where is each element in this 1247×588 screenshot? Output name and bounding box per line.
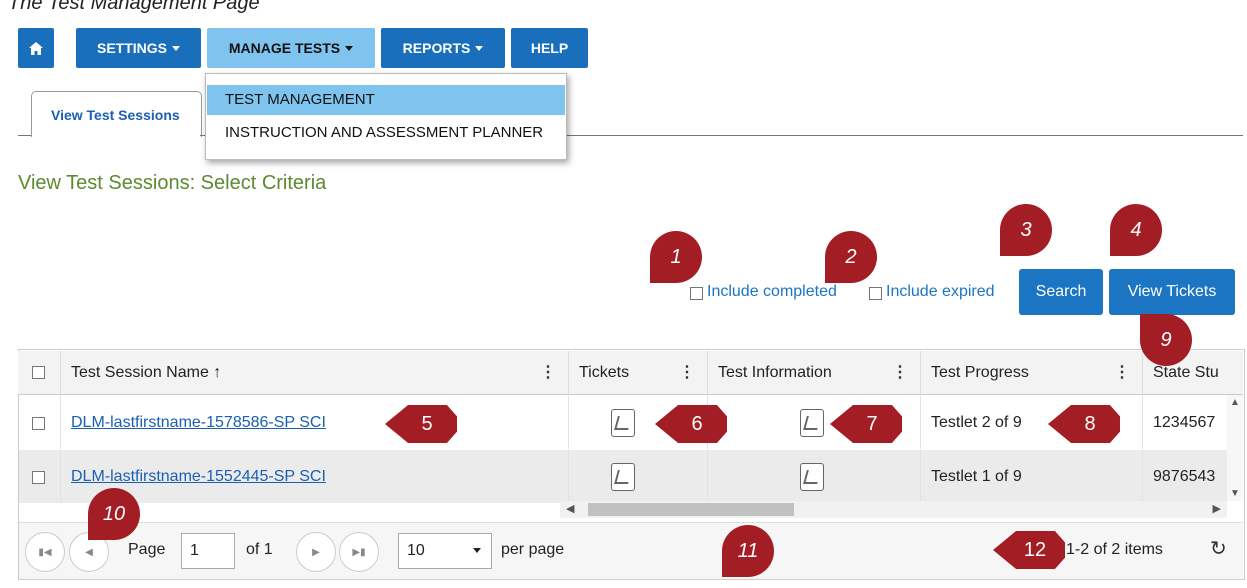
row-checkbox[interactable]: [32, 417, 45, 430]
include-completed-checkbox[interactable]: [690, 287, 703, 300]
tab-view-test-sessions[interactable]: View Test Sessions: [31, 91, 202, 137]
page-number-input[interactable]: 1: [181, 533, 235, 569]
test-information-cell: [708, 450, 921, 503]
per-page-label: per page: [501, 541, 565, 558]
callout-marker: 1: [650, 231, 702, 283]
row-select-cell: [19, 396, 61, 449]
page-label: Page: [128, 541, 166, 558]
session-name-cell: DLM-lastfirstname-1578586-SP SCI: [61, 396, 569, 449]
session-name-cell: DLM-lastfirstname-1552445-SP SCI: [61, 450, 569, 503]
select-all-checkbox[interactable]: [32, 366, 45, 379]
callout-marker: 11: [722, 525, 774, 577]
items-summary: 1-2 of 2 items: [1066, 541, 1163, 558]
settings-menu[interactable]: SETTINGS: [76, 28, 201, 68]
col-label: Tickets: [579, 364, 630, 381]
col-test-information[interactable]: Test Information ⋮: [708, 351, 921, 394]
scroll-up-icon[interactable]: ▲: [1230, 397, 1240, 408]
state-id-cell: 9876543: [1153, 468, 1216, 485]
page-size-value: 10: [407, 542, 425, 559]
section-title: View Test Sessions: Select Criteria: [18, 172, 327, 194]
col-label: Test Progress: [931, 364, 1029, 381]
session-name-link[interactable]: DLM-lastfirstname-1578586-SP SCI: [71, 414, 326, 431]
callout-marker: 10: [88, 488, 140, 540]
include-expired-checkbox[interactable]: [869, 287, 882, 300]
grid-header: Test Session Name ↑ ⋮ Tickets ⋮ Test Infor…: [18, 351, 1243, 395]
chevron-down-icon: [475, 45, 484, 51]
horizontal-scroll-thumb[interactable]: [588, 503, 794, 516]
row-select-cell: [19, 450, 61, 503]
tab-divider: [18, 135, 31, 136]
page-caption: The Test Management Page: [8, 0, 260, 14]
page-count-label: of 1: [246, 541, 273, 558]
chevron-down-icon: [473, 548, 481, 553]
page-size-select[interactable]: 10: [398, 533, 492, 569]
tickets-cell: [569, 450, 708, 503]
last-page-icon[interactable]: ▶▮: [339, 532, 379, 572]
help-button[interactable]: HELP: [511, 28, 588, 68]
pdf-icon[interactable]: [800, 409, 824, 437]
column-menu-icon[interactable]: ⋮: [679, 351, 695, 394]
select-all-cell: [18, 351, 61, 394]
col-test-progress[interactable]: Test Progress ⋮: [921, 351, 1143, 394]
refresh-icon[interactable]: ↻: [1210, 536, 1227, 561]
home-button[interactable]: [18, 28, 54, 68]
state-id-cell: 1234567: [1153, 414, 1216, 431]
callout-marker: 2: [825, 231, 877, 283]
first-page-icon[interactable]: ▮◀: [25, 532, 65, 572]
manage-tests-label: MANAGE TESTS: [228, 40, 341, 56]
scroll-down-icon[interactable]: ▼: [1230, 488, 1240, 499]
pdf-icon[interactable]: [800, 463, 824, 491]
scroll-left-icon[interactable]: ◀: [566, 502, 574, 515]
col-test-session-name[interactable]: Test Session Name ↑ ⋮: [61, 351, 569, 394]
manage-tests-dropdown: TEST MANAGEMENT INSTRUCTION AND ASSESSME…: [205, 73, 567, 160]
column-menu-icon[interactable]: ⋮: [892, 351, 908, 394]
next-page-icon[interactable]: ▶: [296, 532, 336, 572]
session-name-link[interactable]: DLM-lastfirstname-1552445-SP SCI: [71, 468, 326, 485]
reports-label: REPORTS: [402, 40, 471, 56]
vertical-scrollbar[interactable]: ▲ ▼: [1227, 395, 1243, 501]
callout-marker: 9: [1140, 314, 1192, 366]
chevron-down-icon: [172, 45, 180, 51]
pdf-icon[interactable]: [611, 409, 635, 437]
callout-marker: 3: [1000, 204, 1052, 256]
column-menu-icon[interactable]: ⋮: [1114, 351, 1130, 394]
col-label: Test Session Name ↑: [71, 364, 222, 381]
include-expired-label[interactable]: Include expired: [886, 283, 995, 301]
tab-label: View Test Sessions: [51, 107, 180, 123]
column-menu-icon[interactable]: ⋮: [540, 351, 556, 394]
table-row[interactable]: DLM-lastfirstname-1578586-SP SCI Testlet…: [19, 396, 1227, 449]
include-completed-label[interactable]: Include completed: [707, 283, 837, 301]
menu-item-test-management[interactable]: TEST MANAGEMENT: [207, 85, 565, 115]
manage-tests-menu[interactable]: MANAGE TESTS: [207, 28, 375, 68]
pdf-icon[interactable]: [611, 463, 635, 491]
table-row[interactable]: DLM-lastfirstname-1552445-SP SCI Testlet…: [19, 450, 1227, 503]
menu-item-instruction-planner[interactable]: INSTRUCTION AND ASSESSMENT PLANNER: [207, 118, 565, 148]
home-icon: [29, 41, 43, 55]
settings-label: SETTINGS: [96, 40, 167, 56]
col-tickets[interactable]: Tickets ⋮: [569, 351, 708, 394]
reports-menu[interactable]: REPORTS: [381, 28, 505, 68]
test-progress-cell: Testlet 1 of 9: [921, 450, 1143, 503]
col-label: Test Information: [718, 364, 832, 381]
col-label: State Stu: [1153, 364, 1219, 381]
help-label: HELP: [530, 40, 569, 56]
search-button[interactable]: Search: [1019, 269, 1103, 315]
chevron-down-icon: [345, 45, 354, 51]
view-tickets-button[interactable]: View Tickets: [1109, 269, 1235, 315]
row-checkbox[interactable]: [32, 471, 45, 484]
scroll-right-icon[interactable]: ▶: [1213, 502, 1221, 515]
callout-marker: 4: [1110, 204, 1162, 256]
